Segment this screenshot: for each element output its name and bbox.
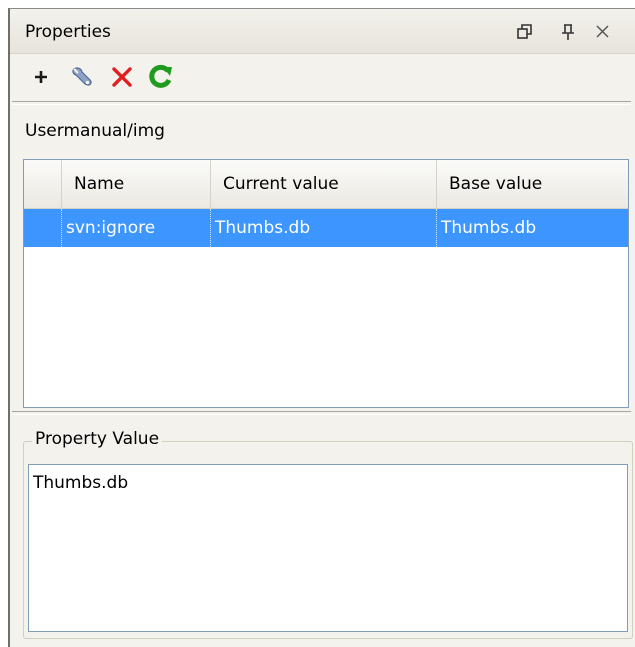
add-property-button[interactable]: [26, 62, 56, 92]
refresh-button[interactable]: [146, 62, 176, 92]
toolbar: [10, 54, 635, 102]
edit-property-button[interactable]: [67, 62, 97, 92]
plus-icon: [35, 71, 47, 83]
path-label: Usermanual/img: [25, 121, 165, 141]
properties-table[interactable]: Name Current value Base value svn:ignore…: [23, 159, 629, 408]
header-spacer: [24, 160, 62, 208]
toolbar-divider: [12, 101, 631, 105]
panel-titlebar: Properties: [10, 9, 635, 54]
close-icon[interactable]: [593, 22, 613, 42]
cell-name: svn:ignore: [62, 209, 211, 247]
x-icon: [112, 67, 132, 87]
remove-property-button[interactable]: [107, 62, 137, 92]
cell-current-value: Thumbs.db: [211, 209, 437, 247]
splitter[interactable]: [12, 411, 631, 415]
refresh-icon: [149, 64, 172, 88]
column-header-base-value[interactable]: Base value: [437, 160, 628, 208]
cell-base-value: Thumbs.db: [441, 218, 537, 238]
properties-panel: Properties Usermanual/img Name Current v…: [8, 8, 635, 647]
pin-icon[interactable]: [558, 22, 578, 42]
table-row[interactable]: svn:ignore Thumbs.db Thumbs.db: [24, 209, 628, 247]
property-value-field[interactable]: Thumbs.db: [28, 464, 628, 632]
column-header-name[interactable]: Name: [62, 160, 211, 208]
panel-title: Properties: [25, 22, 111, 42]
table-header: Name Current value Base value: [24, 160, 628, 209]
row-spacer: [24, 209, 62, 247]
property-value-label: Property Value: [32, 429, 163, 449]
wrench-icon: [72, 67, 92, 86]
column-header-current-value[interactable]: Current value: [211, 160, 437, 208]
property-value-text: Thumbs.db: [33, 473, 129, 493]
restore-icon[interactable]: [515, 22, 535, 42]
